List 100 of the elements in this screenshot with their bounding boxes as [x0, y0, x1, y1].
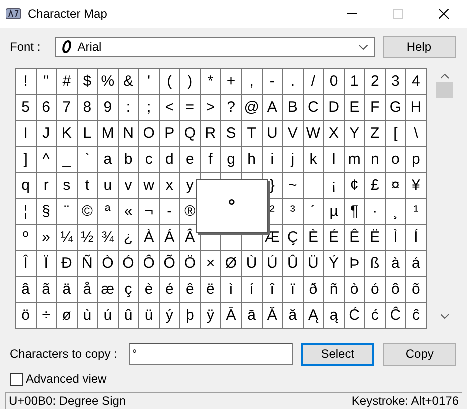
character-cell[interactable]: q	[16, 173, 37, 199]
character-cell[interactable]: 1	[344, 69, 366, 95]
character-cell[interactable]: !	[16, 69, 37, 95]
character-cell[interactable]: +	[221, 69, 242, 95]
character-cell[interactable]: e	[180, 147, 201, 173]
character-cell[interactable]: u	[98, 173, 119, 199]
character-cell[interactable]: Ô	[139, 251, 160, 277]
character-cell[interactable]: Ą	[304, 303, 324, 329]
character-cell[interactable]: A	[262, 95, 284, 121]
character-cell[interactable]: û	[118, 303, 140, 329]
character-cell[interactable]: ¢	[344, 173, 366, 199]
character-cell[interactable]: 9	[98, 95, 119, 121]
character-cell[interactable]: Ë	[365, 225, 386, 251]
character-cell[interactable]: 0	[324, 69, 345, 95]
character-cell[interactable]: g	[221, 147, 242, 173]
character-cell[interactable]: Ù	[242, 251, 263, 277]
character-cell[interactable]: ³	[283, 199, 304, 225]
character-cell[interactable]: x	[160, 173, 180, 199]
character-cell[interactable]: ¾	[98, 225, 119, 251]
character-cell[interactable]: Ý	[324, 251, 345, 277]
character-cell[interactable]: ¬	[139, 199, 160, 225]
character-cell[interactable]: c	[139, 147, 160, 173]
character-cell[interactable]: Î	[16, 251, 37, 277]
character-cell[interactable]: %	[98, 69, 119, 95]
character-cell[interactable]: j	[283, 147, 304, 173]
character-cell[interactable]: ü	[139, 303, 160, 329]
character-cell[interactable]: &	[118, 69, 140, 95]
character-cell[interactable]: ~	[283, 173, 304, 199]
character-cell[interactable]: Ĉ	[386, 303, 406, 329]
character-cell[interactable]: ×	[200, 251, 222, 277]
character-cell[interactable]: t	[78, 173, 98, 199]
character-cell[interactable]: .	[283, 69, 304, 95]
character-cell[interactable]: è	[139, 277, 160, 303]
character-cell[interactable]: -	[160, 199, 180, 225]
character-cell[interactable]: Ó	[118, 251, 140, 277]
character-cell[interactable]: J	[36, 121, 58, 147]
character-cell[interactable]: ĉ	[406, 303, 427, 329]
character-cell[interactable]: ;	[139, 95, 160, 121]
character-cell[interactable]: '	[139, 69, 160, 95]
character-cell[interactable]: S	[221, 121, 242, 147]
character-cell[interactable]: ä	[57, 277, 78, 303]
character-cell[interactable]: n	[365, 147, 386, 173]
character-cell[interactable]: 3	[386, 69, 406, 95]
character-cell[interactable]: <	[160, 95, 180, 121]
character-cell[interactable]: (	[160, 69, 180, 95]
character-cell[interactable]: f	[200, 147, 222, 173]
character-cell[interactable]: á	[406, 251, 427, 277]
character-cell[interactable]: d	[160, 147, 180, 173]
character-cell[interactable]: *	[200, 69, 222, 95]
character-cell[interactable]: ā	[242, 303, 263, 329]
character-cell[interactable]: ï	[283, 277, 304, 303]
character-cell[interactable]: ¶	[344, 199, 366, 225]
character-cell[interactable]: ú	[98, 303, 119, 329]
character-cell[interactable]: l	[324, 147, 345, 173]
character-cell[interactable]: [	[386, 121, 406, 147]
font-dropdown[interactable]: Arial	[54, 37, 375, 57]
character-cell[interactable]: o	[386, 147, 406, 173]
character-cell[interactable]: þ	[180, 303, 201, 329]
character-cell[interactable]: Y	[344, 121, 366, 147]
character-cell[interactable]: $	[78, 69, 98, 95]
copy-button[interactable]: Copy	[383, 342, 456, 366]
character-cell[interactable]: M	[98, 121, 119, 147]
character-cell[interactable]: ø	[57, 303, 78, 329]
character-cell[interactable]: ą	[324, 303, 345, 329]
character-cell[interactable]: Ă	[262, 303, 284, 329]
character-cell[interactable]: X	[324, 121, 345, 147]
character-cell[interactable]: -	[262, 69, 284, 95]
character-cell[interactable]: h	[242, 147, 263, 173]
character-cell[interactable]: )	[180, 69, 201, 95]
character-cell[interactable]: 6	[36, 95, 58, 121]
character-cell[interactable]: Ø	[221, 251, 242, 277]
character-cell[interactable]: ¹	[406, 199, 427, 225]
character-cell[interactable]: m	[344, 147, 366, 173]
character-cell[interactable]: Á	[160, 225, 180, 251]
character-cell[interactable]: ª	[98, 199, 119, 225]
character-cell[interactable]: U	[262, 121, 284, 147]
character-cell[interactable]: \	[406, 121, 427, 147]
character-cell[interactable]: Ć	[344, 303, 366, 329]
character-cell[interactable]: F	[365, 95, 386, 121]
character-cell[interactable]: `	[78, 147, 98, 173]
character-cell[interactable]: ÷	[36, 303, 58, 329]
character-cell[interactable]: ì	[221, 277, 242, 303]
character-cell[interactable]: ¥	[406, 173, 427, 199]
character-cell[interactable]: í	[242, 277, 263, 303]
character-cell[interactable]: D	[324, 95, 345, 121]
character-cell[interactable]: ć	[365, 303, 386, 329]
character-cell[interactable]: >	[200, 95, 222, 121]
character-cell[interactable]: V	[283, 121, 304, 147]
character-cell[interactable]: ]	[16, 147, 37, 173]
character-cell[interactable]: B	[283, 95, 304, 121]
character-cell[interactable]: »	[36, 225, 58, 251]
character-cell[interactable]: p	[406, 147, 427, 173]
character-cell[interactable]: ç	[118, 277, 140, 303]
character-cell[interactable]: :	[118, 95, 140, 121]
character-cell[interactable]: õ	[406, 277, 427, 303]
character-cell[interactable]: æ	[98, 277, 119, 303]
character-cell[interactable]: «	[118, 199, 140, 225]
character-cell[interactable]: ¦	[16, 199, 37, 225]
character-cell[interactable]: _	[57, 147, 78, 173]
character-cell[interactable]: T	[242, 121, 263, 147]
